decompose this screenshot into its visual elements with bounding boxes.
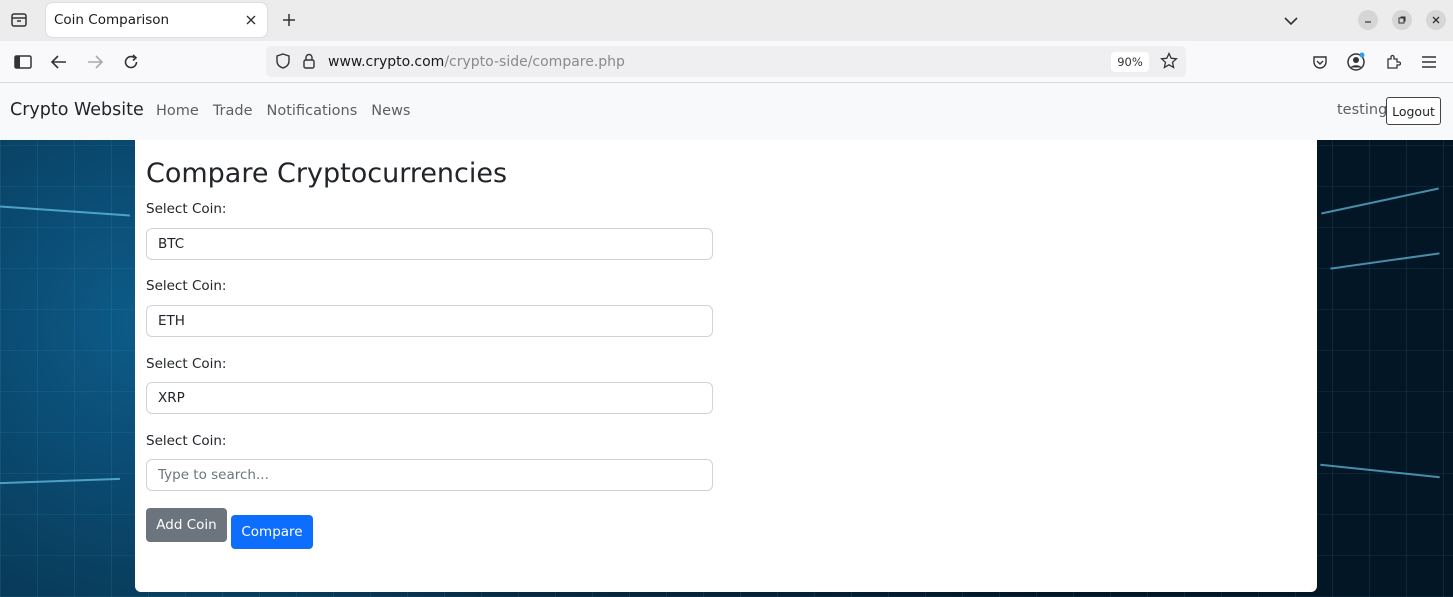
coin-input-3[interactable] bbox=[146, 382, 713, 414]
sidebar-icon[interactable] bbox=[12, 51, 34, 73]
logout-button[interactable]: Logout bbox=[1386, 97, 1441, 125]
nav-link-trade[interactable]: Trade bbox=[213, 103, 253, 119]
back-icon[interactable] bbox=[48, 51, 70, 73]
url-host: www.crypto.com bbox=[328, 54, 445, 70]
browser-tab-bar: Coin Comparison bbox=[0, 0, 1453, 41]
zoom-level[interactable]: 90% bbox=[1111, 52, 1149, 72]
coin-search-input[interactable] bbox=[146, 459, 713, 491]
minimize-icon[interactable] bbox=[1358, 10, 1378, 30]
address-bar[interactable]: www.crypto.com/crypto-side/compare.php 9… bbox=[266, 46, 1186, 77]
forward-icon[interactable] bbox=[84, 51, 106, 73]
chevron-down-icon[interactable] bbox=[1280, 10, 1302, 32]
brand-link[interactable]: Crypto Website bbox=[10, 100, 144, 120]
add-coin-button[interactable]: Add Coin bbox=[146, 508, 227, 542]
browser-tab[interactable]: Coin Comparison bbox=[46, 3, 267, 37]
shield-icon[interactable] bbox=[272, 50, 294, 72]
extensions-icon[interactable] bbox=[1382, 51, 1404, 73]
close-icon[interactable] bbox=[243, 12, 259, 28]
compare-card: Compare Cryptocurrencies Select Coin: Se… bbox=[135, 140, 1317, 592]
menu-icon[interactable] bbox=[1418, 51, 1440, 73]
coin-input-1[interactable] bbox=[146, 228, 713, 260]
tab-list-icon[interactable] bbox=[4, 6, 34, 34]
pocket-icon[interactable] bbox=[1309, 51, 1331, 73]
account-icon[interactable] bbox=[1345, 51, 1367, 73]
tab-title: Coin Comparison bbox=[54, 12, 170, 28]
coin-label: Select Coin: bbox=[146, 433, 227, 449]
compare-button[interactable]: Compare bbox=[231, 515, 313, 549]
browser-toolbar: www.crypto.com/crypto-side/compare.php 9… bbox=[0, 41, 1453, 83]
coin-label: Select Coin: bbox=[146, 356, 227, 372]
nav-link-home[interactable]: Home bbox=[156, 103, 199, 119]
nav-links: Home Trade Notifications News bbox=[156, 103, 410, 119]
nav-link-notifications[interactable]: Notifications bbox=[267, 103, 358, 119]
plus-icon[interactable] bbox=[278, 9, 300, 31]
nav-link-news[interactable]: News bbox=[371, 103, 410, 119]
window-close-icon[interactable] bbox=[1426, 10, 1446, 30]
reload-icon[interactable] bbox=[120, 51, 142, 73]
coin-label: Select Coin: bbox=[146, 278, 227, 294]
coin-input-2[interactable] bbox=[146, 305, 713, 337]
lock-icon[interactable] bbox=[298, 50, 320, 72]
coin-label: Select Coin: bbox=[146, 201, 227, 217]
page-title: Compare Cryptocurrencies bbox=[146, 158, 508, 189]
star-icon[interactable] bbox=[1158, 50, 1180, 72]
url-text: www.crypto.com/crypto-side/compare.php bbox=[328, 54, 625, 70]
restore-icon[interactable] bbox=[1392, 10, 1412, 30]
username: testing bbox=[1337, 102, 1388, 118]
site-navbar: Crypto Website Home Trade Notifications … bbox=[0, 83, 1453, 140]
url-path: /crypto-side/compare.php bbox=[444, 54, 625, 70]
